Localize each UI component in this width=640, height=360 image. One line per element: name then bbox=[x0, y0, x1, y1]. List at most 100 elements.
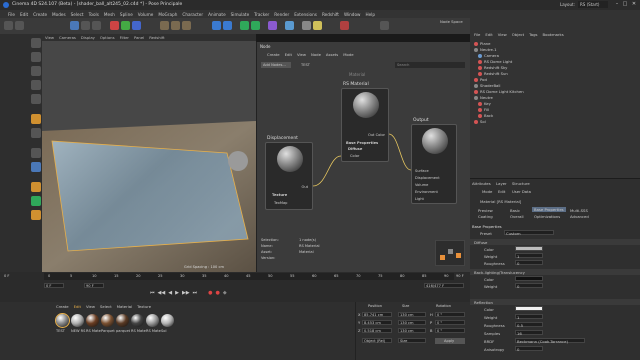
vp-menu-view[interactable]: View bbox=[45, 35, 54, 40]
menu-render[interactable]: Render bbox=[274, 12, 289, 17]
floor-icon[interactable] bbox=[285, 21, 294, 30]
position-z-field[interactable]: 0.518 cm bbox=[362, 328, 392, 333]
mm-menu-texture[interactable]: Texture bbox=[137, 304, 151, 309]
start-frame-field[interactable]: 0 F bbox=[44, 283, 64, 288]
vp-menu-redshift[interactable]: Redshift bbox=[149, 35, 164, 40]
menu-mesh[interactable]: Mesh bbox=[104, 12, 115, 17]
render-settings-icon[interactable] bbox=[182, 21, 191, 30]
node-displacement[interactable]: Displacement Out Texture TexMap bbox=[265, 136, 313, 210]
frame-display-field[interactable]: 416/477 F bbox=[424, 283, 464, 288]
tab-layer[interactable]: Layer bbox=[496, 181, 507, 186]
material-swatch[interactable] bbox=[86, 314, 99, 327]
deformer-icon[interactable] bbox=[268, 21, 277, 30]
points-mode-icon[interactable] bbox=[31, 66, 41, 76]
vp-menu-options[interactable]: Options bbox=[100, 35, 115, 40]
om-menu-file[interactable]: File bbox=[474, 32, 480, 37]
mm-menu-select[interactable]: Select bbox=[100, 304, 112, 309]
subtab-base-properties[interactable]: Base Properties bbox=[532, 207, 566, 212]
layout-select[interactable]: RS (Start) bbox=[578, 1, 608, 8]
object-item[interactable]: Neutre.1 bbox=[474, 47, 497, 52]
tab-attributes[interactable]: Attributes bbox=[472, 181, 491, 186]
menu-select[interactable]: Select bbox=[71, 12, 84, 17]
menu-window[interactable]: Window bbox=[344, 12, 361, 17]
enable-axis-icon[interactable] bbox=[31, 128, 41, 138]
section-reflection-bar[interactable]: Reflection bbox=[470, 299, 640, 305]
subtab-multi-sss[interactable]: Multi-SSS bbox=[570, 208, 588, 213]
axis-mode-icon[interactable] bbox=[31, 114, 41, 124]
material-swatch[interactable] bbox=[131, 314, 144, 327]
redshift-icon[interactable] bbox=[340, 21, 349, 30]
material-swatch[interactable] bbox=[55, 313, 70, 328]
object-item[interactable]: Pod bbox=[474, 77, 487, 82]
subtab-overall[interactable]: Overall bbox=[510, 214, 524, 219]
om-menu-tags[interactable]: Tags bbox=[529, 32, 537, 37]
mm-menu-create[interactable]: Create bbox=[56, 304, 69, 309]
prev-key-icon[interactable]: ◀◀ bbox=[158, 290, 166, 296]
workplane-icon[interactable] bbox=[31, 162, 41, 172]
light-icon[interactable] bbox=[313, 21, 322, 30]
rs-material-color-port[interactable]: Color bbox=[350, 154, 359, 158]
menu-help[interactable]: Help bbox=[365, 12, 375, 17]
subtab-optimizations[interactable]: Optimizations bbox=[534, 214, 560, 219]
om-menu-object[interactable]: Object bbox=[512, 32, 524, 37]
backlighting-color-swatch[interactable] bbox=[515, 276, 543, 281]
displacement-out-port[interactable]: Out bbox=[301, 185, 308, 189]
texture-mode-icon[interactable] bbox=[31, 52, 41, 62]
displacement-texmap-port[interactable]: TexMap bbox=[274, 201, 287, 205]
menu-volume[interactable]: Volume bbox=[138, 12, 154, 17]
vp-menu-display[interactable]: Display bbox=[81, 35, 95, 40]
timeline-ruler[interactable]: 0 5 10 15 20 25 30 35 40 45 50 55 60 65 … bbox=[44, 273, 454, 280]
camera-icon[interactable] bbox=[302, 21, 311, 30]
redo-icon[interactable] bbox=[15, 21, 24, 30]
position-y-field[interactable]: 8.453 cm bbox=[362, 320, 392, 325]
reflection-color-swatch[interactable] bbox=[515, 306, 543, 311]
menu-create[interactable]: Create bbox=[33, 12, 47, 17]
subtab-basic[interactable]: Basic bbox=[510, 208, 520, 213]
pen-icon[interactable] bbox=[223, 21, 232, 30]
om-menu-bookmarks[interactable]: Bookmarks bbox=[543, 32, 564, 37]
material-swatch[interactable] bbox=[101, 314, 114, 327]
prev-frame-icon[interactable]: ◀ bbox=[168, 290, 172, 296]
section-diffuse-bar[interactable]: Diffuse bbox=[470, 239, 640, 245]
vp-menu-cameras[interactable]: Cameras bbox=[59, 35, 76, 40]
subdivision-icon[interactable] bbox=[240, 21, 249, 30]
output-displacement-port[interactable]: Displacement bbox=[415, 176, 440, 180]
reflection-roughness-field[interactable]: 0.5 bbox=[515, 322, 543, 328]
locked-workplane-icon[interactable] bbox=[31, 196, 41, 206]
menu-animate[interactable]: Animate bbox=[208, 12, 226, 17]
vp-menu-filter[interactable]: Filter bbox=[120, 35, 129, 40]
viewport[interactable]: View Cameras Display Options Filter Pane… bbox=[42, 34, 256, 272]
tab-structure[interactable]: Structure bbox=[512, 181, 530, 186]
menu-simulate[interactable]: Simulate bbox=[231, 12, 250, 17]
object-item[interactable]: Redshift Sun bbox=[474, 71, 508, 76]
object-item[interactable]: Redshift Sky bbox=[474, 65, 507, 70]
node-rs-material[interactable]: RS Material Out Color Base Properties Di… bbox=[341, 82, 389, 162]
x-axis-icon[interactable] bbox=[110, 21, 119, 30]
menu-edit[interactable]: Edit bbox=[20, 12, 28, 17]
am-menu-user-data[interactable]: User Data bbox=[512, 189, 531, 194]
reflection-samples-field[interactable]: 16 bbox=[515, 330, 543, 336]
node-output[interactable]: Output Surface Displacement Volume Envir… bbox=[411, 118, 457, 204]
mm-menu-material[interactable]: Material bbox=[117, 304, 132, 309]
timeline[interactable]: 0 5 10 15 20 25 30 35 40 45 50 55 60 65 … bbox=[0, 272, 470, 302]
subtab-advanced[interactable]: Advanced bbox=[570, 214, 589, 219]
play-icon[interactable]: ▶ bbox=[175, 290, 179, 296]
y-axis-icon[interactable] bbox=[121, 21, 130, 30]
snap-icon[interactable] bbox=[31, 148, 41, 158]
output-surface-port[interactable]: Surface bbox=[415, 169, 429, 173]
size-y-field[interactable]: 130 cm bbox=[398, 320, 426, 325]
backlighting-weight-field[interactable]: 0 bbox=[515, 283, 543, 289]
render-view-icon[interactable] bbox=[160, 21, 169, 30]
auto-key-icon[interactable]: ● bbox=[216, 290, 220, 296]
cube-icon[interactable] bbox=[212, 21, 221, 30]
om-menu-view[interactable]: View bbox=[498, 32, 507, 37]
size-x-field[interactable]: 130 cm bbox=[398, 312, 426, 317]
minimap[interactable] bbox=[435, 240, 465, 266]
next-frame-icon[interactable]: ▶▶ bbox=[182, 290, 190, 296]
coord-mode-select[interactable]: Object (Rel) bbox=[362, 338, 392, 343]
preset-select[interactable]: Custom bbox=[504, 230, 554, 236]
subtab-preview[interactable]: Preview bbox=[478, 208, 493, 213]
diffuse-color-swatch[interactable] bbox=[515, 246, 543, 251]
object-item[interactable]: Neutre bbox=[474, 95, 493, 100]
reflection-weight-field[interactable]: 1 bbox=[515, 314, 543, 320]
